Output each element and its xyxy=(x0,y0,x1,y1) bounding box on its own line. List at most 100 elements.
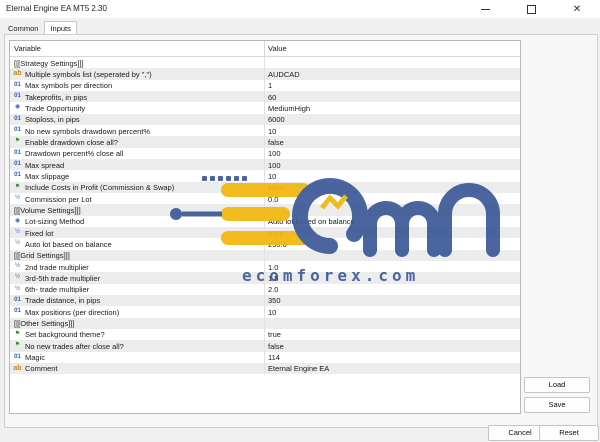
table-row[interactable]: ½ Auto lot based on balance 250.0 xyxy=(10,238,520,250)
table-row[interactable]: 01 Takeprofits, in pips 60 xyxy=(10,90,520,103)
window-title: Eternal Engine EA MT5 2.30 xyxy=(6,4,107,13)
string-icon: ab xyxy=(13,364,22,372)
integer-icon: 01 xyxy=(14,126,21,133)
parameter-value[interactable]: 1 xyxy=(268,81,272,90)
parameter-value[interactable]: 350 xyxy=(268,296,281,305)
boolean-flag-icon: ⚑ xyxy=(14,342,21,349)
parameter-value[interactable]: false xyxy=(268,342,284,351)
parameter-name: Commission per Lot xyxy=(25,194,92,204)
integer-icon: 01 xyxy=(14,308,21,315)
cell-divider xyxy=(264,57,265,69)
parameter-value[interactable]: false xyxy=(268,183,284,192)
integer-icon: 01 xyxy=(14,160,21,167)
parameter-value[interactable]: true xyxy=(268,330,281,339)
table-row[interactable]: ⚑ Enable drawdown close all? false xyxy=(10,136,520,148)
parameter-value[interactable]: 10 xyxy=(268,308,276,317)
cell-divider xyxy=(264,170,265,182)
table-row[interactable]: 01 Max slippage 10 xyxy=(10,170,520,182)
parameter-name: Include Costs in Profit (Commission & Sw… xyxy=(25,183,175,193)
reset-button[interactable]: Reset xyxy=(539,425,599,441)
table-row[interactable]: ab Comment Eternal Engine EA xyxy=(10,362,520,375)
table-row[interactable]: 01 Max positions (per direction) 10 xyxy=(10,306,520,318)
table-row[interactable]: 01 Trade distance, in pips 350 xyxy=(10,294,520,307)
table-row[interactable]: 01 Stoploss, in pips 6000 xyxy=(10,113,520,125)
table-row[interactable]: ⚑ Include Costs in Profit (Commission & S… xyxy=(10,181,520,193)
dialog-window: Eternal Engine EA MT5 2.30 ✕ Common Inpu… xyxy=(0,0,600,442)
table-row[interactable]: [[[Grid Settings]]] xyxy=(10,249,520,261)
tab-bar: Common Inputs xyxy=(2,21,77,36)
parameter-value[interactable]: 100 xyxy=(268,149,281,158)
close-button[interactable]: ✕ xyxy=(554,0,600,18)
cell-divider xyxy=(264,68,265,80)
table-row[interactable]: 01 Max symbols per direction 1 xyxy=(10,79,520,91)
parameter-name: Auto lot based on balance xyxy=(25,239,112,249)
section-header: [[[Strategy Settings]]] xyxy=(14,58,84,68)
table-row[interactable]: ab Multiple symbols list (seperated by ",… xyxy=(10,68,520,80)
minimize-button[interactable] xyxy=(462,0,508,18)
parameter-value[interactable]: Eternal Engine EA xyxy=(268,364,329,373)
cell-divider xyxy=(264,238,265,250)
cell-divider xyxy=(264,215,265,227)
boolean-flag-icon: ⚑ xyxy=(14,330,21,337)
title-bar[interactable]: Eternal Engine EA MT5 2.30 ✕ xyxy=(0,0,600,18)
table-row[interactable]: 01 Drawdown percent% close all 100 xyxy=(10,147,520,159)
cell-divider xyxy=(264,249,265,261)
cell-divider xyxy=(264,226,265,239)
parameter-value[interactable]: 6000 xyxy=(268,115,285,124)
close-icon: ✕ xyxy=(572,3,582,15)
table-row[interactable]: ½ Fixed lot 0.01 xyxy=(10,226,520,239)
column-header-variable[interactable]: Variable xyxy=(14,44,41,53)
parameter-name: Set background theme? xyxy=(25,330,105,340)
double-icon: ½ xyxy=(14,194,20,201)
integer-icon: 01 xyxy=(14,296,21,303)
parameter-value[interactable]: 0.0 xyxy=(268,195,278,204)
table-rows: [[[Strategy Settings]]] ab Multiple symbol… xyxy=(10,57,520,375)
parameter-value[interactable]: 100 xyxy=(268,161,281,170)
parameter-value[interactable]: 10 xyxy=(268,172,276,181)
table-row[interactable]: [[[Volume Settings]]] xyxy=(10,204,520,216)
parameter-value[interactable]: Auto lot based on balance xyxy=(268,217,355,226)
table-row[interactable]: ½ 6th- trade multiplier 2.0 xyxy=(10,283,520,295)
column-header-value[interactable]: Value xyxy=(268,44,287,53)
cell-divider xyxy=(264,328,265,341)
table-row[interactable]: 01 Magic 114 xyxy=(10,351,520,363)
parameter-value[interactable]: 2.0 xyxy=(268,285,278,294)
table-row[interactable]: ◉ Trade Opportunity MediumHigh xyxy=(10,102,520,114)
table-row[interactable]: 01 Max spread 100 xyxy=(10,158,520,171)
table-row[interactable]: ⚑ Set background theme? true xyxy=(10,328,520,341)
parameter-value[interactable]: 10 xyxy=(268,127,276,136)
table-row[interactable]: [[[Other Settings]]] xyxy=(10,317,520,329)
watermark-text: ecomforex.com xyxy=(242,266,420,285)
parameter-value[interactable]: AUDCAD xyxy=(268,70,300,79)
parameter-value[interactable]: false xyxy=(268,138,284,147)
table-row[interactable]: ◉ Lot-sizing Method Auto lot based on bala… xyxy=(10,215,520,227)
parameter-value[interactable]: MediumHigh xyxy=(268,104,310,113)
maximize-button[interactable] xyxy=(508,0,554,18)
parameter-name: Comment xyxy=(25,364,58,374)
cell-divider xyxy=(264,351,265,363)
parameter-name: Trade Opportunity xyxy=(25,103,86,113)
column-divider[interactable] xyxy=(264,41,265,56)
boolean-flag-icon: ⚑ xyxy=(14,138,21,145)
table-row[interactable]: 01 No new symbols drawdown percent% 10 xyxy=(10,124,520,137)
table-row[interactable]: [[[Strategy Settings]]] xyxy=(10,57,520,69)
parameter-name: Multiple symbols list (seperated by ",") xyxy=(25,69,152,79)
load-button[interactable]: Load xyxy=(524,377,590,393)
integer-icon: 01 xyxy=(14,353,21,360)
parameter-value[interactable]: 0.01 xyxy=(268,229,283,238)
integer-icon: 01 xyxy=(14,172,21,179)
cell-divider xyxy=(264,340,265,352)
cell-divider xyxy=(264,147,265,159)
parameter-value[interactable]: 60 xyxy=(268,93,276,102)
table-row[interactable]: ⚑ No new trades after close all? false xyxy=(10,340,520,352)
integer-icon: 01 xyxy=(14,149,21,156)
double-icon: ½ xyxy=(14,228,20,235)
cell-divider xyxy=(264,317,265,329)
integer-icon: 01 xyxy=(14,92,21,99)
parameter-name: No new symbols drawdown percent% xyxy=(25,126,151,136)
parameter-name: Drawdown percent% close all xyxy=(25,149,124,159)
parameter-value[interactable]: 250.0 xyxy=(268,240,287,249)
table-row[interactable]: ½ Commission per Lot 0.0 xyxy=(10,192,520,205)
parameter-value[interactable]: 114 xyxy=(268,353,280,362)
save-button[interactable]: Save xyxy=(524,397,590,413)
